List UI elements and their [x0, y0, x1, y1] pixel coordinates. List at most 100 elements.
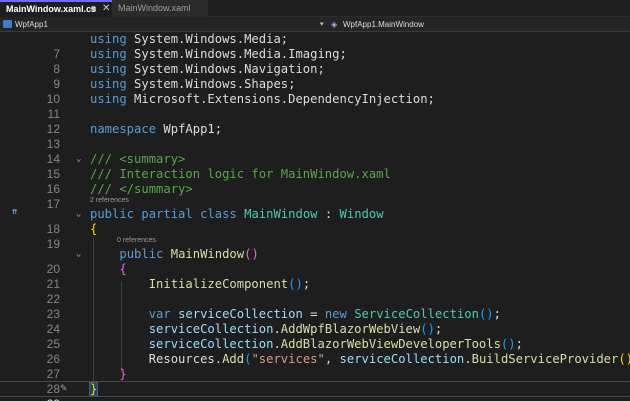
code-text: using Microsoft.Extensions.DependencyInj…	[90, 92, 435, 107]
code-text: }	[90, 367, 127, 382]
code-text: using System.Windows.Navigation;	[90, 62, 325, 77]
close-icon[interactable]: ✕	[102, 2, 110, 16]
token: {	[90, 222, 98, 236]
code-line: 7 using System.Windows.Media;	[0, 32, 630, 61]
code-text: using System.Windows.Media;	[90, 32, 288, 47]
code-text: public MainWindow()	[90, 247, 259, 262]
code-text: serviceCollection.AddWpfBlazorWebView();	[90, 322, 443, 337]
token: /// <summary>	[90, 152, 186, 166]
token: using	[90, 77, 127, 91]
chevron-down-icon[interactable]: ⌄	[76, 207, 84, 222]
code-editor[interactable]: 2 references 0 references ⇈ ✎ 7 using Sy…	[0, 32, 630, 401]
member-dropdown[interactable]: ◈ WpfApp1.MainWindow	[331, 18, 424, 31]
code-line: 8 using System.Windows.Media.Imaging;	[0, 47, 630, 76]
token: public	[90, 207, 135, 221]
navigation-bar: WpfApp1 ▾ ◈ WpfApp1.MainWindow	[0, 17, 630, 32]
token: )	[295, 277, 303, 291]
pin-icon[interactable]: ⊕	[90, 2, 97, 16]
token: )	[486, 307, 494, 321]
token: ;	[493, 307, 501, 321]
code-text: /// Interaction logic for MainWindow.xam…	[90, 167, 391, 182]
code-line: 21 {	[0, 262, 630, 291]
csharp-project-icon	[3, 20, 12, 28]
token: Microsoft.Extensions.DependencyInjection…	[134, 92, 435, 106]
code-line: 25 serviceCollection.AddWpfBlazorWebView…	[0, 322, 630, 351]
code-line: 24 var serviceCollection = new ServiceCo…	[0, 307, 630, 336]
token: )	[626, 352, 630, 366]
token: (	[618, 352, 626, 366]
code-text: Resources.Add ("services", serviceCollect…	[90, 352, 630, 367]
token: "services"	[251, 352, 325, 366]
token: ,	[324, 352, 333, 366]
class-icon: ◈	[331, 20, 338, 29]
code-line: 20 ⌄ public MainWindow()	[0, 247, 630, 276]
token: ;	[302, 277, 311, 291]
token: partial	[141, 207, 193, 221]
token: ServiceCollection	[354, 307, 479, 321]
code-line: 14	[0, 137, 630, 166]
token: .	[273, 337, 281, 351]
code-text: /// <summary>	[90, 152, 185, 167]
token: public	[119, 247, 164, 261]
token: using	[90, 62, 127, 76]
code-line: 9 using System.Windows.Navigation;	[0, 62, 630, 91]
token: ;	[515, 337, 523, 351]
token: namespace	[90, 122, 157, 136]
chevron-down-icon[interactable]: ▾	[320, 18, 324, 31]
member-label: WpfApp1.MainWindow	[343, 20, 424, 29]
token: serviceCollection	[148, 322, 274, 336]
token: Window	[339, 207, 384, 221]
token: =	[310, 307, 318, 321]
token: System.Windows.Media.Imaging;	[134, 47, 347, 61]
token: ;	[434, 322, 443, 336]
code-line: 23	[0, 292, 630, 321]
token: :	[324, 207, 333, 221]
chevron-down-icon[interactable]: ⌄	[76, 152, 84, 167]
token: AddBlazorWebViewDeveloperTools	[280, 337, 501, 351]
code-line: 10 using System.Windows.Shapes;	[0, 77, 630, 106]
token: .Add	[214, 352, 245, 366]
tab-mainwindow-xaml-cs[interactable]: MainWindow.xaml.cs ⊕ ✕	[0, 0, 112, 17]
code-line: 19 {	[0, 222, 630, 251]
token: )	[508, 337, 516, 351]
code-line: 12	[0, 107, 630, 136]
code-text: public partial class MainWindow : Window	[90, 207, 384, 222]
token: .	[273, 322, 281, 336]
code-line: 29 }	[0, 382, 630, 401]
token: using	[90, 47, 127, 61]
code-line: 11 using Microsoft.Extensions.Dependency…	[0, 92, 630, 121]
token: System.Windows.Media;	[134, 32, 289, 46]
codelens-references[interactable]: 0 references	[117, 236, 156, 246]
chevron-down-icon[interactable]: ⌄	[76, 247, 84, 262]
code-text: /// </summary>	[90, 182, 193, 197]
token: {	[119, 262, 127, 276]
document-tab-bar: MainWindow.xaml.cs ⊕ ✕ MainWindow.xaml	[0, 0, 630, 17]
token: using	[90, 32, 127, 46]
token: serviceCollection	[178, 307, 303, 321]
code-text: }	[90, 382, 97, 397]
code-line: 18 ⌄ public partial class MainWindow : W…	[0, 207, 630, 236]
code-text: using System.Windows.Media.Imaging;	[90, 47, 347, 62]
token: }	[119, 367, 127, 381]
code-line: 22 InitializeComponent();	[0, 277, 630, 306]
code-line: 28 }	[0, 367, 630, 396]
token: /// </summary>	[90, 182, 193, 196]
code-line: 27 Resources.Add("services", serviceColl…	[0, 352, 630, 381]
token: ()	[244, 247, 259, 261]
token: MainWindow	[170, 247, 245, 261]
token: /// Interaction logic for MainWindow.xam…	[90, 167, 391, 181]
tab-mainwindow-xaml[interactable]: MainWindow.xaml	[112, 0, 208, 17]
project-dropdown[interactable]: WpfApp1	[3, 18, 329, 31]
code-text: using System.Windows.Shapes;	[90, 77, 295, 92]
tab-label: MainWindow.xaml	[118, 3, 191, 13]
code-text: {	[90, 222, 97, 237]
token: MainWindow	[244, 207, 318, 221]
token: System.Windows.Navigation;	[134, 62, 325, 76]
codelens-references[interactable]: 2 references	[90, 196, 129, 206]
code-text: namespace WpfApp1;	[90, 122, 222, 137]
token: )	[427, 322, 435, 336]
token: serviceCollection	[148, 337, 274, 351]
code-line: 26 serviceCollection.AddBlazorWebViewDev…	[0, 337, 630, 366]
code-text: InitializeComponent();	[90, 277, 310, 292]
token: .	[464, 352, 472, 366]
